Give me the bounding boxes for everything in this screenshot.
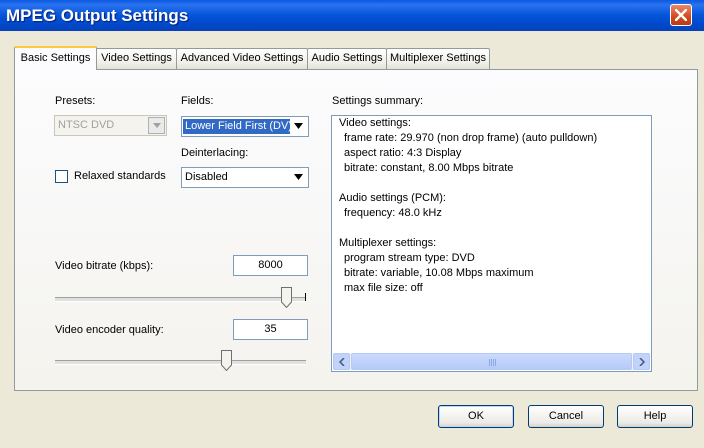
video-quality-input[interactable]: 35 xyxy=(233,319,308,340)
presets-value: NTSC DVD xyxy=(58,119,115,131)
horizontal-scrollbar[interactable] xyxy=(333,353,650,370)
tab-advanced-video-settings[interactable]: Advanced Video Settings xyxy=(176,48,308,69)
summary-line: Audio settings (PCM): xyxy=(339,192,446,204)
video-bitrate-label: Video bitrate (kbps): xyxy=(55,260,154,272)
presets-label: Presets: xyxy=(55,95,96,107)
slider-tick xyxy=(305,293,306,301)
help-button[interactable]: Help xyxy=(617,405,693,428)
summary-line: aspect ratio: 4:3 Display xyxy=(344,147,462,159)
deinterlacing-dropdown[interactable]: Disabled xyxy=(181,167,309,188)
deinterlacing-value: Disabled xyxy=(185,171,228,183)
deinterlacing-label: Deinterlacing: xyxy=(181,147,249,159)
video-bitrate-slider[interactable] xyxy=(55,287,306,311)
chevron-down-icon xyxy=(153,123,161,128)
scrollbar-thumb[interactable] xyxy=(351,353,632,370)
summary-line: Multiplexer settings: xyxy=(339,237,437,249)
scroll-right-button[interactable] xyxy=(633,353,650,370)
slider-track xyxy=(55,297,306,302)
chevron-right-icon xyxy=(639,358,645,366)
settings-summary-label: Settings summary: xyxy=(332,95,424,107)
fields-dropdown[interactable]: Lower Field First (DV) xyxy=(181,116,309,137)
window-title: MPEG Output Settings xyxy=(6,6,189,25)
chevron-down-icon xyxy=(294,174,303,180)
scrollbar-grip xyxy=(489,359,496,366)
relaxed-standards-checkbox[interactable] xyxy=(55,170,68,183)
fields-value: Lower Field First (DV) xyxy=(183,119,294,134)
video-quality-value: 35 xyxy=(264,323,277,335)
fields-label: Fields: xyxy=(181,95,214,107)
tab-multiplexer-settings[interactable]: Multiplexer Settings xyxy=(386,48,490,69)
summary-line: program stream type: DVD xyxy=(344,252,475,264)
summary-line: max file size: off xyxy=(344,282,423,294)
video-quality-slider[interactable] xyxy=(55,350,306,374)
summary-line: bitrate: variable, 10.08 Mbps maximum xyxy=(344,267,534,279)
slider-track xyxy=(55,360,306,365)
video-bitrate-input[interactable]: 8000 xyxy=(233,255,308,276)
summary-line: frequency: 48.0 kHz xyxy=(344,207,442,219)
slider-thumb[interactable] xyxy=(221,350,232,371)
tab-basic-settings[interactable]: Basic Settings xyxy=(14,46,97,70)
summary-line: frame rate: 29.970 (non drop frame) (aut… xyxy=(344,132,598,144)
scroll-left-button[interactable] xyxy=(333,353,350,370)
ok-button[interactable]: OK xyxy=(438,405,514,428)
tab-audio-settings[interactable]: Audio Settings xyxy=(307,48,387,69)
presets-dropdown-button[interactable] xyxy=(148,117,165,134)
summary-line: Video settings: xyxy=(339,117,411,129)
summary-line: bitrate: constant, 8.00 Mbps bitrate xyxy=(344,162,514,174)
tab-video-settings[interactable]: Video Settings xyxy=(96,48,177,69)
presets-dropdown[interactable]: NTSC DVD xyxy=(54,115,167,136)
deinterlacing-dropdown-button[interactable] xyxy=(290,169,307,186)
title-bar: MPEG Output Settings xyxy=(0,0,704,31)
chevron-left-icon xyxy=(339,358,345,366)
cancel-button[interactable]: Cancel xyxy=(528,405,604,428)
video-bitrate-value: 8000 xyxy=(258,259,283,271)
slider-thumb[interactable] xyxy=(281,287,292,308)
video-quality-label: Video encoder quality: xyxy=(55,324,164,336)
close-button[interactable] xyxy=(670,4,692,26)
relaxed-standards-label: Relaxed standards xyxy=(74,170,166,182)
chevron-down-icon xyxy=(294,123,303,129)
fields-dropdown-button[interactable] xyxy=(290,118,307,135)
settings-summary-box[interactable]: Video settings: frame rate: 29.970 (non … xyxy=(331,115,652,372)
close-icon xyxy=(675,9,687,21)
